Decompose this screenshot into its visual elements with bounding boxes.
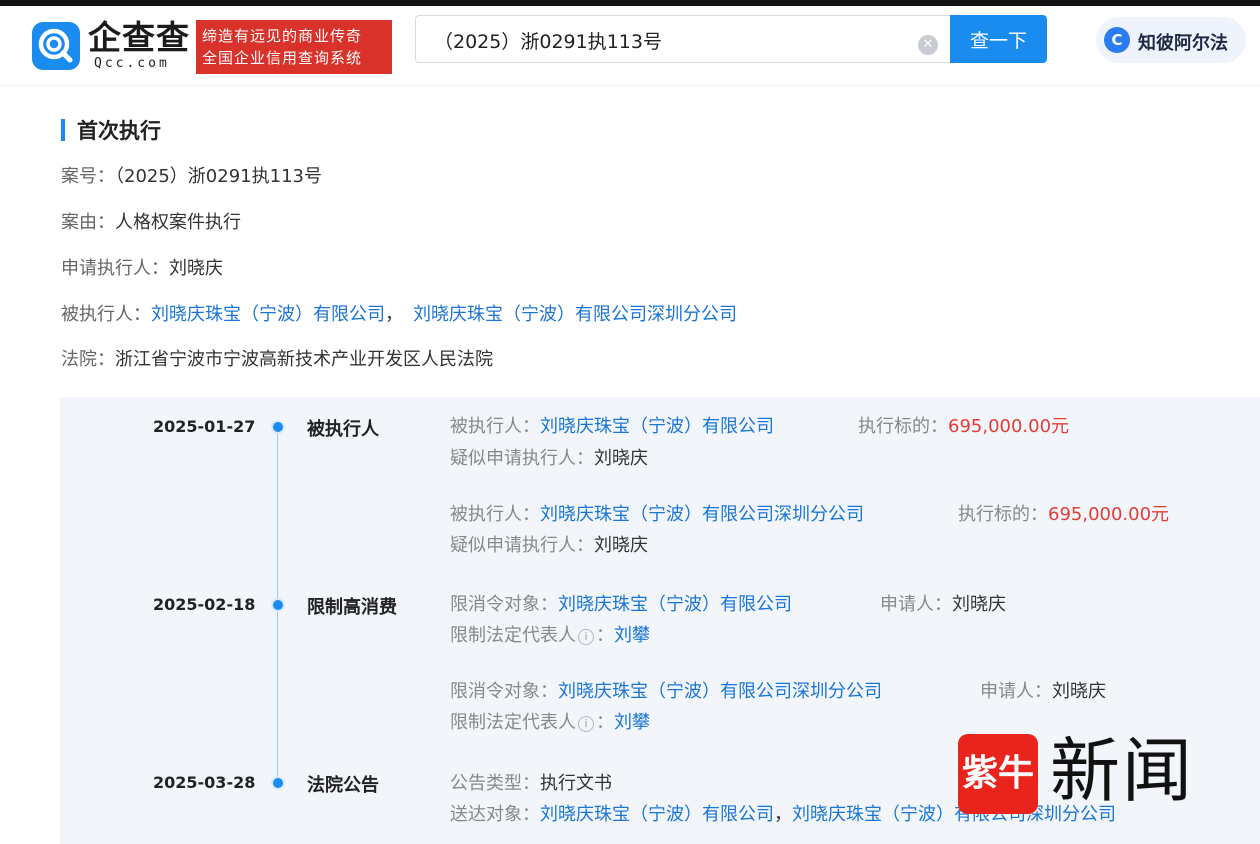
timeline-event-type: 限制高消费 (307, 597, 397, 618)
applicant-value: 刘晓庆 (594, 535, 648, 556)
logo-wordmark[interactable]: 企查查 (88, 20, 190, 56)
court-value: 浙江省宁波市宁波高新技术产业开发区人民法院 (115, 349, 493, 370)
info-icon[interactable]: i (578, 629, 594, 645)
timeline-dot (271, 776, 285, 790)
target-label: 限消令对象： (450, 681, 558, 702)
recipient-link-1[interactable]: 刘晓庆珠宝（宁波）有限公司 (540, 804, 774, 825)
applicant-value: 刘晓庆 (952, 594, 1006, 615)
applicant-row: 申请执行人：刘晓庆 (61, 256, 223, 282)
respondent-link[interactable]: 刘晓庆珠宝（宁波）有限公司 (540, 416, 774, 437)
respondent-label: 被执行人： (450, 416, 540, 437)
entry-applicant-row: 疑似申请执行人：刘晓庆 (450, 534, 648, 558)
amount-label: 执行标的： (958, 504, 1048, 525)
colon: ： (596, 712, 614, 733)
recipients-label: 送达对象： (450, 804, 540, 825)
news-logo: 紫牛 (958, 734, 1038, 814)
court-row: 法院：浙江省宁波市宁波高新技术产业开发区人民法院 (61, 347, 493, 373)
legal-rep-label: 限制法定代表人 (450, 625, 576, 646)
slogan-banner: 缔造有远见的商业传奇 全国企业信用查询系统 (196, 20, 392, 74)
entry-applicant-row: 申请人：刘晓庆 (980, 680, 1106, 704)
court-label: 法院： (61, 349, 115, 370)
info-icon[interactable]: i (578, 716, 594, 732)
timeline-dot (271, 598, 285, 612)
ai-logo-icon: C (1104, 27, 1130, 53)
timeline-date: 2025-02-18 (153, 595, 256, 614)
legal-rep-label: 限制法定代表人 (450, 712, 576, 733)
respondent-separator: ， (385, 304, 403, 325)
entry-amount-row: 执行标的：695,000.00元 (858, 415, 1069, 439)
ai-assistant-label: 知彼阿尔法 (1138, 33, 1228, 54)
case-number-value: （2025）浙0291执113号 (115, 166, 322, 187)
section-accent-bar (61, 119, 65, 141)
amount-value: 695,000.00元 (1048, 504, 1170, 525)
timeline-date: 2025-01-27 (153, 417, 256, 436)
timeline-dot (271, 420, 285, 434)
applicant-value: 刘晓庆 (169, 258, 223, 279)
section-title: 首次执行 (77, 119, 161, 143)
entry-legal-rep-row: 限制法定代表人 i ：刘攀 (450, 624, 650, 648)
entry-applicant-row: 疑似申请执行人：刘晓庆 (450, 447, 648, 471)
case-number-row: 案号：（2025）浙0291执113号 (61, 164, 322, 190)
timeline-event-type: 被执行人 (307, 419, 379, 440)
legal-rep-link[interactable]: 刘攀 (614, 625, 650, 646)
colon: ： (596, 625, 614, 646)
notice-type-value: 执行文书 (540, 773, 612, 794)
case-cause-label: 案由： (61, 212, 115, 233)
timeline-event-type: 法院公告 (307, 775, 379, 796)
entry-target-row: 限消令对象：刘晓庆珠宝（宁波）有限公司深圳分公司 (450, 680, 882, 704)
notice-type-label: 公告类型： (450, 773, 540, 794)
respondent-link[interactable]: 刘晓庆珠宝（宁波）有限公司深圳分公司 (540, 504, 864, 525)
target-label: 限消令对象： (450, 594, 558, 615)
applicant-label: 申请人： (980, 681, 1052, 702)
search-button[interactable]: 查一下 (950, 15, 1047, 63)
entry-legal-rep-row: 限制法定代表人 i ：刘攀 (450, 711, 650, 735)
entry-amount-row: 执行标的：695,000.00元 (958, 503, 1169, 527)
applicant-value: 刘晓庆 (594, 448, 648, 469)
qcc-logo-icon[interactable] (32, 22, 80, 70)
case-cause-value: 人格权案件执行 (115, 212, 241, 233)
recipient-separator: ， (774, 804, 792, 825)
target-link[interactable]: 刘晓庆珠宝（宁波）有限公司深圳分公司 (558, 681, 882, 702)
ai-assistant-button[interactable]: C 知彼阿尔法 (1096, 17, 1246, 63)
legal-rep-link[interactable]: 刘攀 (614, 712, 650, 733)
applicant-label: 疑似申请执行人： (450, 448, 594, 469)
news-watermark-text: 新闻 (1050, 730, 1194, 812)
case-cause-row: 案由：人格权案件执行 (61, 210, 241, 236)
case-number-label: 案号： (61, 166, 115, 187)
respondent-label: 被执行人： (61, 304, 151, 325)
entry-notice-type-row: 公告类型：执行文书 (450, 772, 612, 796)
amount-label: 执行标的： (858, 416, 948, 437)
target-link[interactable]: 刘晓庆珠宝（宁波）有限公司 (558, 594, 792, 615)
applicant-label: 疑似申请执行人： (450, 535, 594, 556)
respondent-link-2[interactable]: 刘晓庆珠宝（宁波）有限公司深圳分公司 (413, 304, 737, 325)
search-box (415, 15, 951, 63)
respondent-link-1[interactable]: 刘晓庆珠宝（宁波）有限公司 (151, 304, 385, 325)
slogan-line-2: 全国企业信用查询系统 (202, 49, 363, 67)
respondent-row: 被执行人：刘晓庆珠宝（宁波）有限公司， 刘晓庆珠宝（宁波）有限公司深圳分公司 (61, 302, 737, 328)
logo-domain: Qcc.com (94, 56, 170, 71)
slogan-line-1: 缔造有远见的商业传奇 (202, 27, 363, 45)
respondent-label: 被执行人： (450, 504, 540, 525)
applicant-value: 刘晓庆 (1052, 681, 1106, 702)
entry-target-row: 限消令对象：刘晓庆珠宝（宁波）有限公司 (450, 593, 792, 617)
applicant-label: 申请执行人： (61, 258, 169, 279)
entry-applicant-row: 申请人：刘晓庆 (880, 593, 1006, 617)
entry-respondent-row: 被执行人：刘晓庆珠宝（宁波）有限公司 (450, 415, 774, 439)
search-input[interactable] (434, 26, 914, 54)
applicant-label: 申请人： (880, 594, 952, 615)
amount-value: 695,000.00元 (948, 416, 1070, 437)
clear-icon[interactable]: ✕ (918, 35, 938, 55)
entry-respondent-row: 被执行人：刘晓庆珠宝（宁波）有限公司深圳分公司 (450, 503, 864, 527)
timeline-date: 2025-03-28 (153, 773, 256, 792)
